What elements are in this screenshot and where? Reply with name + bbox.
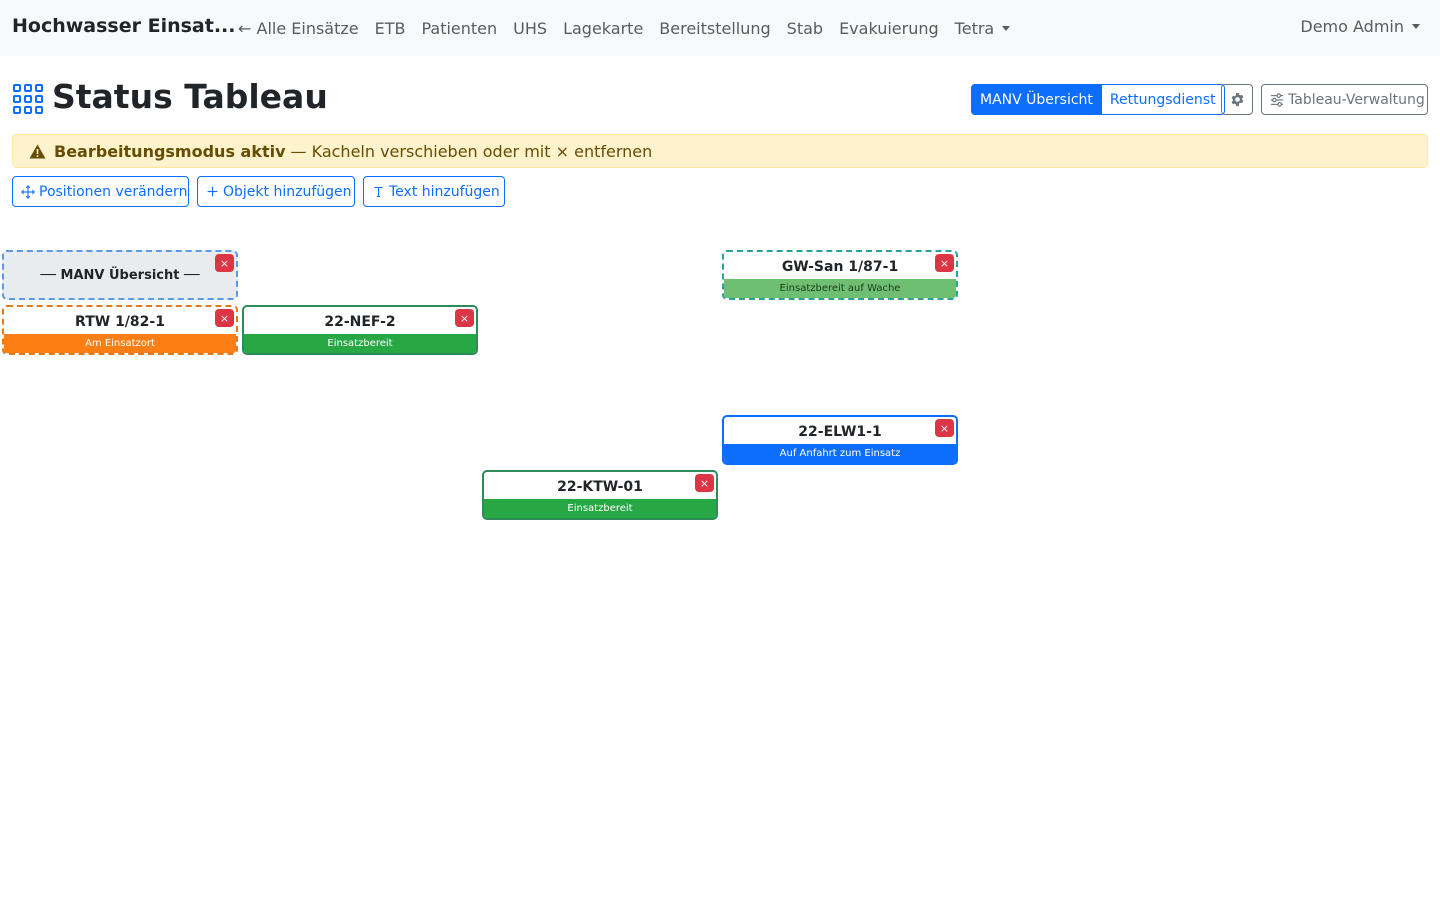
app-brand[interactable]: Hochwasser Einsat... xyxy=(12,15,236,37)
warning-icon xyxy=(29,144,46,158)
close-icon[interactable]: × xyxy=(695,474,714,492)
add-text-label: Text hinzufügen xyxy=(389,183,500,200)
close-icon[interactable]: × xyxy=(455,309,474,327)
nav-link-staff[interactable]: Stab xyxy=(779,19,831,38)
move-positions-label: Positionen verändern xyxy=(39,183,188,200)
nav-dropdown-tetra[interactable]: Tetra xyxy=(947,19,1019,38)
tile-status: Am Einsatzort xyxy=(4,334,236,353)
tile-name: 22-KTW-01 xyxy=(557,479,643,495)
close-icon[interactable]: × xyxy=(935,254,954,272)
tile-name: 22-ELW1-1 xyxy=(798,424,882,440)
tableau-management-label: Tableau-Verwaltung xyxy=(1288,91,1425,108)
close-icon[interactable]: × xyxy=(215,254,234,272)
plus-icon xyxy=(207,186,218,197)
move-arrows-icon xyxy=(21,184,35,199)
tile-rtw[interactable]: RTW 1/82-1 Am Einsatzort × xyxy=(2,305,238,355)
main-nav: ← Alle Einsätze ETB Patienten UHS Lageka… xyxy=(230,0,1018,56)
tile-gw-san[interactable]: GW-San 1/87-1 Einsatzbereit auf Wache × xyxy=(722,250,958,300)
nav-dropdown-tetra-label: Tetra xyxy=(954,18,995,38)
nav-link-evacuation[interactable]: Evakuierung xyxy=(831,19,947,38)
tile-status: Einsatzbereit auf Wache xyxy=(724,279,956,298)
tile-name: GW-San 1/87-1 xyxy=(781,259,899,275)
tile-status: Einsatzbereit xyxy=(484,499,716,518)
tile-nef[interactable]: 22-NEF-2 Einsatzbereit × xyxy=(242,305,478,355)
chevron-down-icon xyxy=(1002,25,1011,31)
text-type-icon xyxy=(374,186,383,197)
tile-status: Auf Anfahrt zum Einsatz xyxy=(724,444,956,463)
nav-link-all-incidents[interactable]: ← Alle Einsätze xyxy=(230,19,367,38)
nav-link-uhs[interactable]: UHS xyxy=(505,19,555,38)
nav-link-etb[interactable]: ETB xyxy=(367,19,414,38)
chevron-down-icon xyxy=(1412,24,1420,29)
view-rettungsdienst-button[interactable]: Rettungsdienst xyxy=(1101,84,1225,115)
page-title: Status Tableau xyxy=(52,77,328,116)
add-text-button[interactable]: Text hinzufügen xyxy=(363,176,505,207)
close-icon[interactable]: × xyxy=(215,309,234,327)
tile-elw[interactable]: 22-ELW1-1 Auf Anfahrt zum Einsatz × xyxy=(722,415,958,465)
add-object-button[interactable]: Objekt hinzufügen xyxy=(197,176,355,207)
edit-mode-alert: Bearbeitungsmodus aktiv — Kacheln versch… xyxy=(12,134,1428,168)
grid-icon xyxy=(13,84,43,114)
close-icon[interactable]: × xyxy=(935,419,954,437)
top-navbar: Hochwasser Einsat... ← Alle Einsätze ETB… xyxy=(0,0,1440,56)
tile-ktw[interactable]: 22-KTW-01 Einsatzbereit × xyxy=(482,470,718,520)
tile-manv-header[interactable]: ── MANV Übersicht ── × xyxy=(2,250,238,300)
settings-button[interactable] xyxy=(1221,84,1253,115)
gear-icon xyxy=(1231,92,1243,107)
add-object-label: Objekt hinzufügen xyxy=(223,183,352,200)
view-switcher: MANV Übersicht Rettungsdienst xyxy=(971,84,1225,115)
tile-name: RTW 1/82-1 xyxy=(75,314,165,330)
tile-name: 22-NEF-2 xyxy=(324,314,396,330)
tile-status: Einsatzbereit xyxy=(244,334,476,353)
tableau-management-button[interactable]: Tableau-Verwaltung xyxy=(1261,84,1428,115)
sliders-icon xyxy=(1270,92,1284,107)
view-manv-button[interactable]: MANV Übersicht xyxy=(971,84,1102,115)
nav-link-situation-map[interactable]: Lagekarte xyxy=(555,19,651,38)
nav-link-patients[interactable]: Patienten xyxy=(413,19,505,38)
user-menu[interactable]: Demo Admin xyxy=(1300,17,1420,36)
move-positions-button[interactable]: Positionen verändern xyxy=(12,176,189,207)
nav-link-staging[interactable]: Bereitstellung xyxy=(651,19,778,38)
alert-title: Bearbeitungsmodus aktiv xyxy=(54,141,286,161)
alert-text: — Kacheln verschieben oder mit × entfern… xyxy=(290,141,653,161)
user-name: Demo Admin xyxy=(1300,17,1404,36)
tile-name: ── MANV Übersicht ── xyxy=(40,268,200,283)
